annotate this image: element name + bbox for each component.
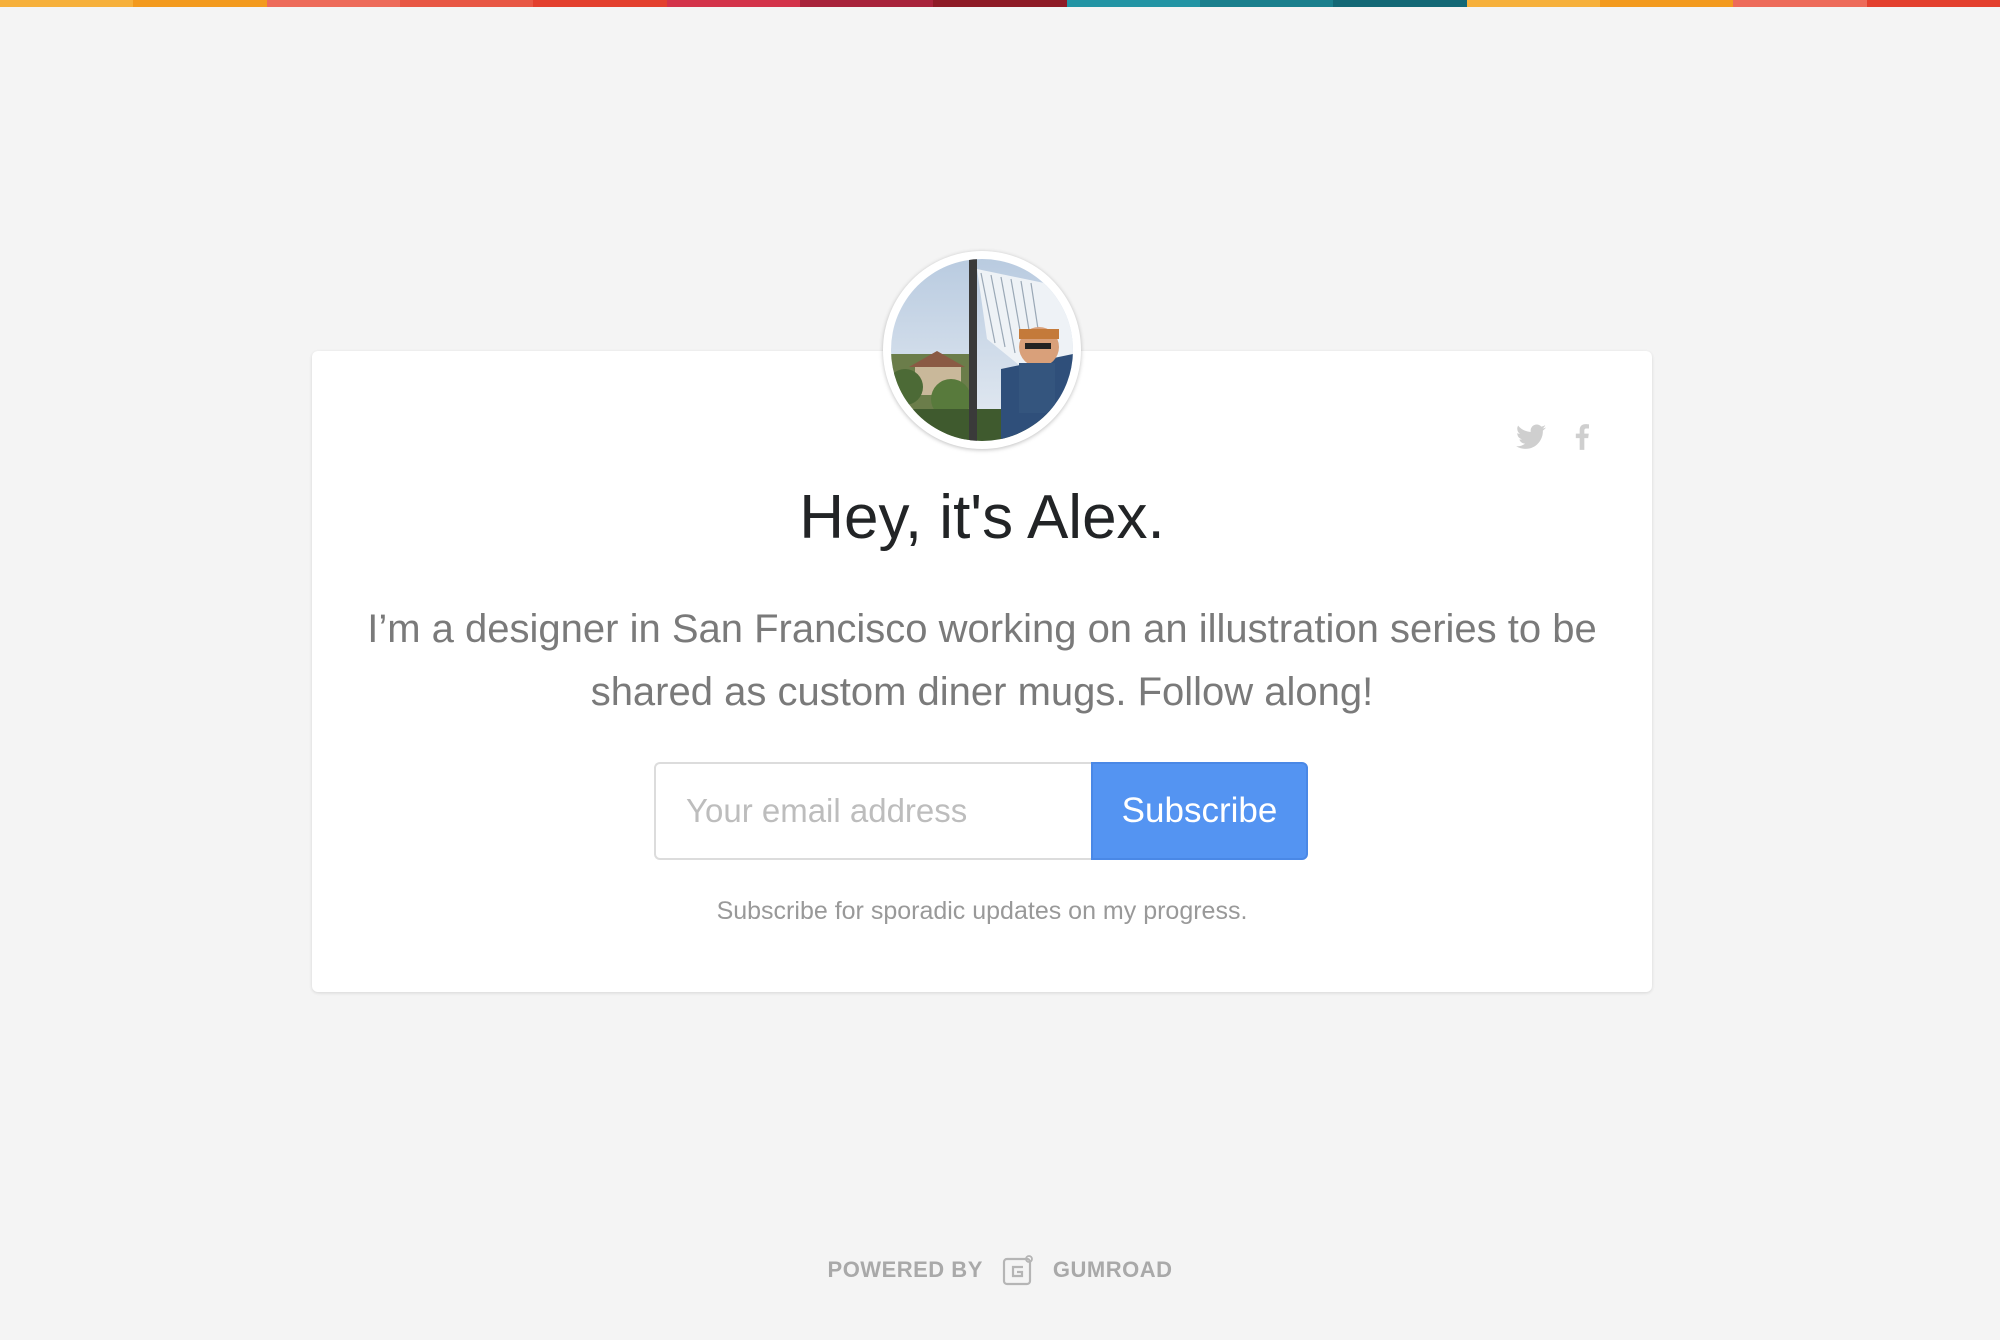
stripe-segment xyxy=(1733,0,1867,7)
twitter-icon xyxy=(1516,424,1546,449)
stripe-segment xyxy=(1199,0,1334,7)
page-title: Hey, it's Alex. xyxy=(799,483,1165,552)
color-stripe-bar xyxy=(0,0,2000,7)
stripe-segment xyxy=(666,0,800,7)
facebook-share-button[interactable] xyxy=(1570,420,1594,454)
stripe-segment xyxy=(1333,0,1467,7)
subscribe-note: Subscribe for sporadic updates on my pro… xyxy=(716,897,1248,925)
avatar xyxy=(883,251,1081,449)
powered-by-label: POWERED BY xyxy=(827,1257,983,1282)
stripe-segment xyxy=(133,0,267,7)
stripe-segment xyxy=(1466,0,1600,7)
gumroad-brand: GUMROAD xyxy=(1052,1257,1173,1282)
subscribe-button[interactable]: Subscribe xyxy=(1091,762,1308,860)
stripe-segment xyxy=(933,0,1067,7)
stripe-segment xyxy=(399,0,534,7)
stripe-segment xyxy=(1066,0,1200,7)
stripe-segment xyxy=(799,0,934,7)
facebook-icon xyxy=(1575,424,1589,450)
stripe-segment xyxy=(533,0,667,7)
stripe-segment xyxy=(266,0,400,7)
stripe-segment xyxy=(0,0,134,7)
stripe-segment xyxy=(1866,0,2000,7)
gumroad-logo-icon xyxy=(1002,1255,1033,1286)
powered-by-footer[interactable]: POWERED BY GUMROAD xyxy=(0,1250,2000,1290)
email-input[interactable] xyxy=(654,762,1091,860)
profile-photo xyxy=(891,259,1073,441)
twitter-share-button[interactable] xyxy=(1514,420,1548,454)
stripe-segment xyxy=(1599,0,1734,7)
bio-text: I’m a designer in San Francisco working … xyxy=(367,607,1597,714)
